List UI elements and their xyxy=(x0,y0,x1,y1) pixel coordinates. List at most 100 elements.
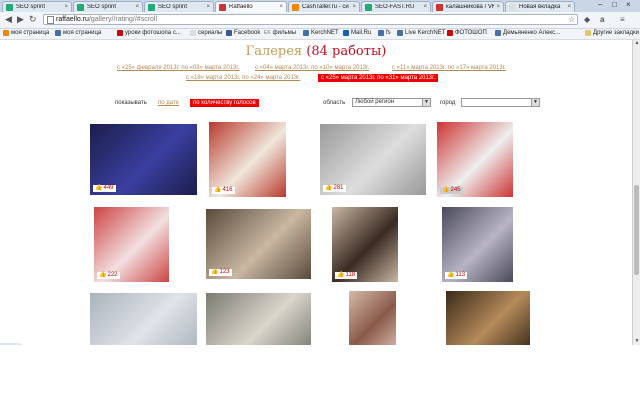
period-link[interactable]: с «18» марта 2013г. по «24» марта 2013г. xyxy=(186,75,300,81)
chevron-down-icon: ▼ xyxy=(531,99,539,106)
bookmark-icon xyxy=(447,30,453,36)
bookmark-label: Демьяненко Алекс... xyxy=(503,30,561,36)
gallery-photo[interactable]: 👍 123 xyxy=(206,209,311,279)
bookmark-item[interactable]: Live KerchNET xyxy=(397,30,445,36)
forward-arrow-icon[interactable]: ▶ xyxy=(17,14,24,25)
bookmark-label: Live KerchNET xyxy=(405,30,446,36)
url-domain: raffaello.ru xyxy=(56,16,89,23)
close-icon[interactable]: × xyxy=(567,4,571,10)
close-icon[interactable]: × xyxy=(206,4,210,10)
wrench-icon[interactable]: ≡ xyxy=(620,15,625,24)
sort-by-votes-button[interactable]: по количеству голосов xyxy=(190,99,259,107)
gallery-photo[interactable] xyxy=(349,291,396,345)
gallery-photo[interactable]: 👍 416 xyxy=(209,122,286,197)
vote-count: 245 xyxy=(450,187,461,193)
bookmark-icon xyxy=(378,30,384,36)
bookmark-item[interactable]: уроки фотошопа с... xyxy=(117,30,181,36)
tab-2[interactable]: SEO sprint × xyxy=(73,1,143,12)
back-arrow-icon[interactable]: ◀ xyxy=(5,14,12,25)
tab-7[interactable]: калашникова / VK × xyxy=(432,1,504,12)
vote-count: 281 xyxy=(333,185,344,191)
region-select[interactable]: Любой регион ▼ xyxy=(352,98,431,107)
tab-6[interactable]: SEO-FAST.RU × xyxy=(361,1,431,12)
vote-count: 113 xyxy=(455,272,466,278)
bookmark-item[interactable]: KerchNET xyxy=(303,30,339,36)
thumbs-up-icon: 👍 xyxy=(95,185,103,191)
tab-8[interactable]: Новая вкладка × xyxy=(505,1,575,12)
vote-badge[interactable]: 👍 245 xyxy=(440,187,463,194)
tab-title: Raffaello xyxy=(229,4,253,10)
gallery-photo[interactable]: 👍 113 xyxy=(442,207,513,282)
bookmark-item[interactable]: моя страница xyxy=(3,30,49,36)
scrollbar-thumb[interactable] xyxy=(634,185,639,275)
scroll-up-icon[interactable]: ▲ xyxy=(633,40,640,47)
close-icon[interactable]: × xyxy=(64,4,68,10)
minimize-button[interactable]: – xyxy=(598,0,602,10)
vote-badge[interactable]: 👍 113 xyxy=(445,272,468,279)
close-icon[interactable]: × xyxy=(496,4,500,10)
tab-favicon xyxy=(77,3,84,11)
vote-badge[interactable]: 👍 123 xyxy=(209,269,232,276)
other-bookmarks[interactable]: Другие закладки xyxy=(585,30,639,36)
close-icon[interactable]: × xyxy=(279,4,283,10)
bookmark-item[interactable]: ФОТОШОП xyxy=(447,30,487,36)
close-icon[interactable]: × xyxy=(352,4,356,10)
vote-badge[interactable]: 👍 449 xyxy=(93,185,116,192)
bookmark-item[interactable]: Facebook xyxy=(226,30,260,36)
bookmark-item[interactable]: сериалы xyxy=(190,30,222,36)
maximize-button[interactable]: □ xyxy=(612,0,617,10)
tab-1[interactable]: SEO sprint × xyxy=(2,1,72,12)
gallery-photo[interactable] xyxy=(90,293,197,345)
bookmark-label: KerchNET xyxy=(311,30,339,36)
bookmark-label: Facebook xyxy=(234,30,261,36)
browser-toolbar: ◀ ▶ ↻ raffaello.ru/gallery//rating//#scr… xyxy=(0,12,640,29)
bookmarks-bar: моя страница моя страница уроки фотошопа… xyxy=(0,29,640,40)
star-icon[interactable]: ☆ xyxy=(568,15,575,24)
period-link[interactable]: с «04» марта 2013г. по «10» марта 2013г. xyxy=(255,65,369,71)
city-select[interactable]: ▼ xyxy=(461,98,540,107)
bookmark-item[interactable]: Mail.Ru xyxy=(343,30,371,36)
extension-icon[interactable]: ◆ xyxy=(584,15,590,24)
page-content: Галерея (84 работы) с «25» февраля 2013г… xyxy=(0,40,632,345)
gallery-photo[interactable]: 👍 118 xyxy=(332,207,398,282)
sort-by-date-link[interactable]: по дате xyxy=(158,100,179,106)
vote-badge[interactable]: 👍 118 xyxy=(335,272,358,279)
region-label: область xyxy=(323,100,346,106)
bookmark-label: ФОТОШОП xyxy=(455,30,487,36)
gallery-photo[interactable]: 👍 281 xyxy=(320,124,426,195)
chevron-down-icon: ▼ xyxy=(422,99,430,106)
tab-5[interactable]: CashTaller.ru - си × xyxy=(288,1,360,12)
youtube-icon xyxy=(117,30,123,36)
close-window-button[interactable]: × xyxy=(626,0,631,10)
address-bar[interactable]: raffaello.ru/gallery//rating//#scroll xyxy=(43,14,578,25)
bookmark-item[interactable]: fs xyxy=(378,30,391,36)
vote-badge[interactable]: 👍 222 xyxy=(97,272,120,279)
vertical-scrollbar[interactable]: ▲ ▼ xyxy=(632,40,640,345)
bookmark-item[interactable]: EK фильмы xyxy=(264,30,296,36)
close-icon[interactable]: × xyxy=(423,4,427,10)
vote-count: 449 xyxy=(103,185,114,191)
gallery-photo[interactable]: 👍 222 xyxy=(94,207,169,282)
url-path: /gallery//rating//#scroll xyxy=(88,16,158,23)
period-link-selected[interactable]: с «25» марта 2013г. по «31» марта 2013г. xyxy=(318,74,439,82)
close-icon[interactable]: × xyxy=(135,4,139,10)
scroll-down-icon[interactable]: ▼ xyxy=(633,338,640,345)
gallery-photo[interactable]: 👍 449 xyxy=(90,124,197,195)
city-label: город xyxy=(440,100,456,106)
period-link[interactable]: с «25» февраля 2013г. по «03» марта 2013… xyxy=(117,65,239,71)
gallery-photo[interactable]: 👍 245 xyxy=(437,122,513,197)
region-value: Любой регион xyxy=(355,99,395,105)
gallery-photo[interactable] xyxy=(446,291,530,345)
bookmark-item[interactable]: моя страница xyxy=(55,30,101,36)
gallery-photo[interactable] xyxy=(206,293,311,345)
tab-4[interactable]: Raffaello × xyxy=(215,1,287,12)
period-link[interactable]: с «11» марта 2013г. по «17» марта 2013г. xyxy=(392,65,506,71)
vote-badge[interactable]: 👍 416 xyxy=(212,187,235,194)
vote-badge[interactable]: 👍 281 xyxy=(323,185,346,192)
reload-icon[interactable]: ↻ xyxy=(29,14,37,25)
vote-count: 222 xyxy=(107,272,118,278)
bookmark-item[interactable]: Демьяненко Алекс... xyxy=(495,30,560,36)
page-title: Галерея (84 работы) xyxy=(0,44,632,59)
amazon-icon[interactable]: a xyxy=(600,15,604,24)
tab-3[interactable]: SEO sprint × xyxy=(144,1,214,12)
